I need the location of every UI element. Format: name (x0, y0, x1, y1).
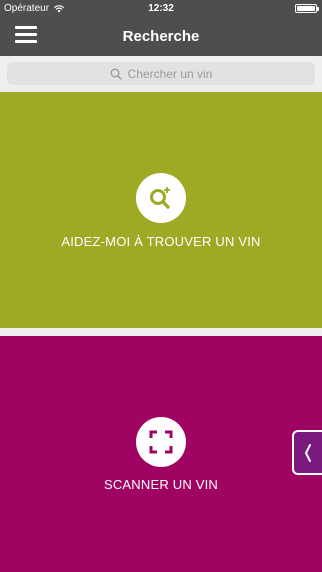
search-bar: Chercher un vin (0, 56, 322, 90)
scan-wine-label: SCANNER UN VIN (103, 477, 219, 492)
search-icon (110, 68, 122, 80)
scan-wine-button[interactable]: SCANNER UN VIN (0, 336, 322, 572)
navigation-bar: Recherche (0, 18, 322, 56)
page-title: Recherche (122, 28, 200, 45)
scan-frame-icon (149, 430, 173, 454)
find-wine-button[interactable]: AIDEZ-MOI À TROUVER UN VIN (0, 92, 322, 328)
battery-icon (295, 4, 319, 13)
find-wine-label: AIDEZ-MOI À TROUVER UN VIN (61, 234, 261, 249)
status-bar: Opérateur 12:32 (0, 0, 322, 18)
scan-wine-icon-circle (136, 417, 186, 467)
search-placeholder: Chercher un vin (127, 66, 213, 81)
status-time: 12:32 (148, 3, 174, 14)
search-input[interactable]: Chercher un vin (7, 62, 315, 85)
top-bar: Opérateur 12:32 Recherche (0, 0, 322, 56)
find-wine-icon-circle (136, 173, 186, 223)
search-plus-icon (150, 187, 170, 209)
chevron-left-icon (304, 443, 311, 462)
side-panel-toggle[interactable] (292, 430, 322, 475)
